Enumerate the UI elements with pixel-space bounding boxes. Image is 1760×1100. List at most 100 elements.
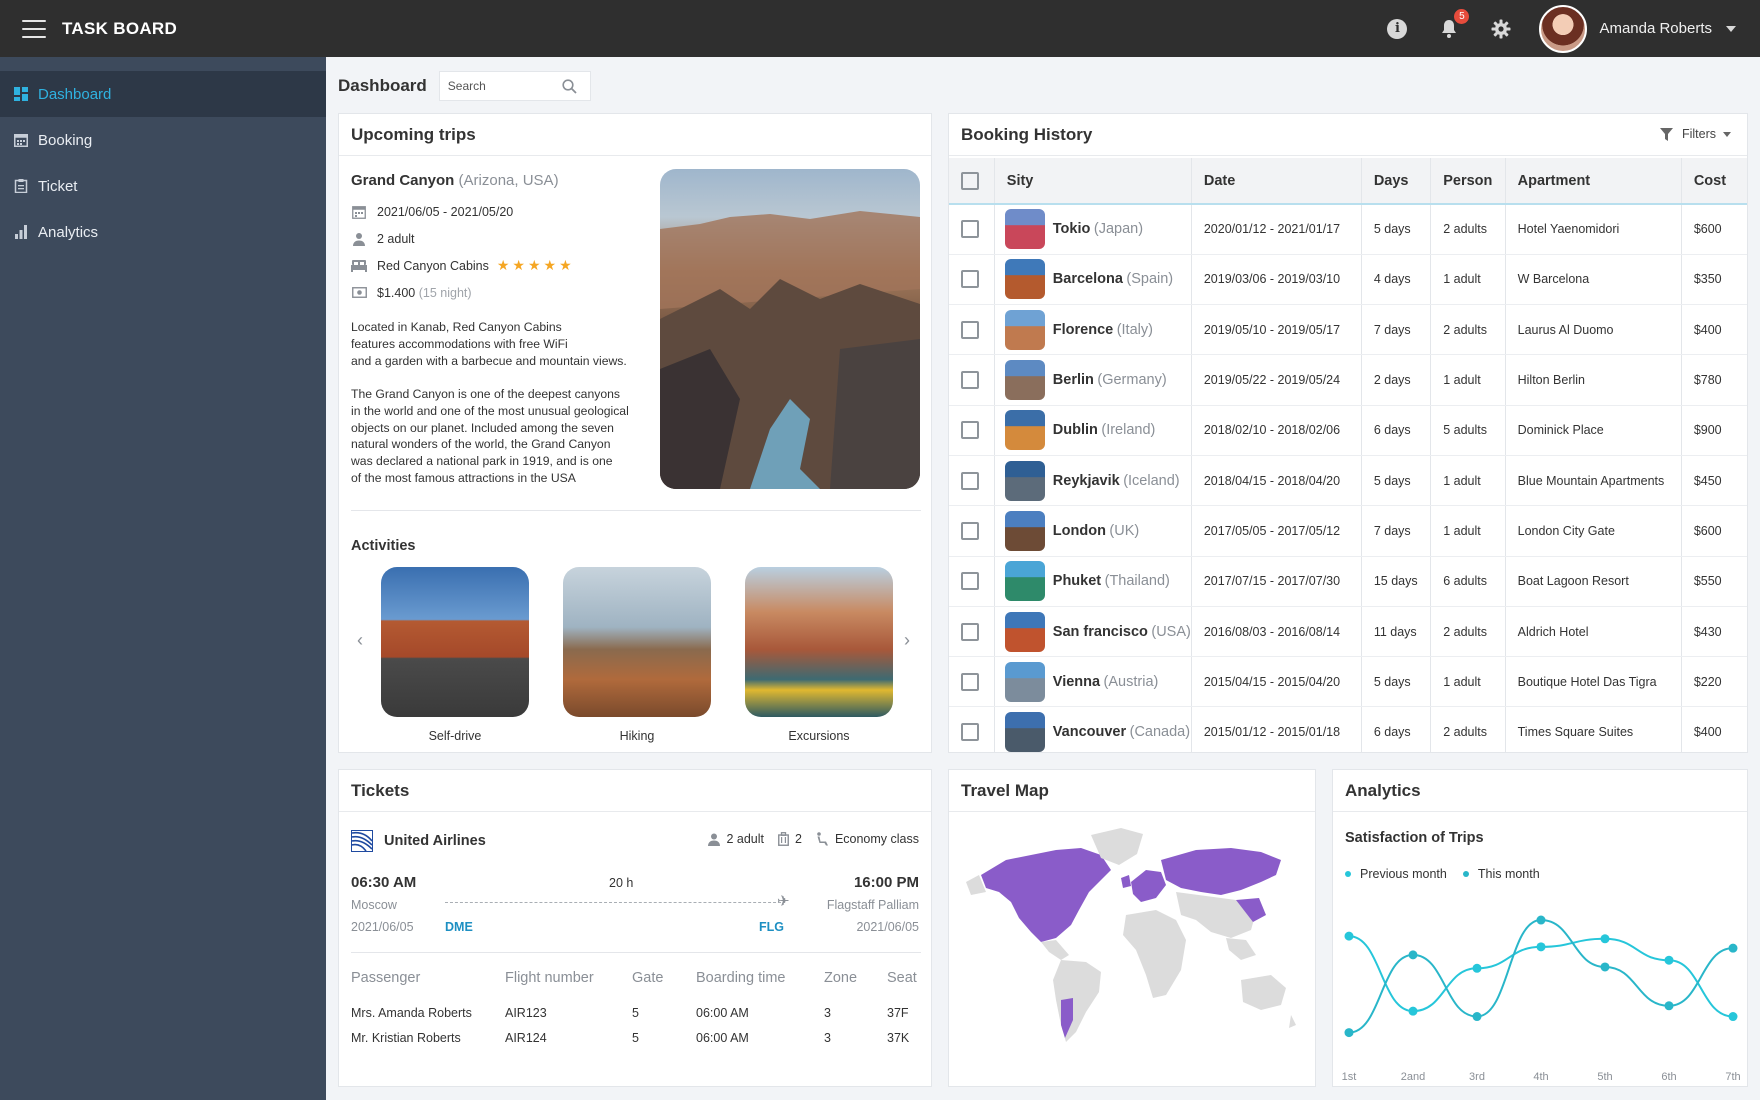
data-point[interactable] <box>1344 931 1354 941</box>
table-row[interactable]: London (UK) 2017/05/05 - 2017/05/12 7 days… <box>949 505 1747 557</box>
row-checkbox[interactable] <box>961 220 979 239</box>
search-input[interactable] <box>447 79 558 93</box>
trip-description: Located in Kanab, Red Canyon Cabins feat… <box>351 320 627 368</box>
city-name: Vancouver <box>1052 724 1127 741</box>
activity-label: Hiking <box>619 729 655 743</box>
chevron-right-icon[interactable]: › <box>904 630 910 651</box>
row-checkbox[interactable] <box>961 672 979 691</box>
table-row[interactable]: Barcelona (Spain) 2019/03/06 - 2019/03/10… <box>949 254 1747 306</box>
column-header[interactable]: Date <box>1191 158 1362 204</box>
column-header[interactable]: Apartment <box>1505 158 1682 204</box>
table-row[interactable]: San francisco (USA) 2016/08/03 - 2016/08/… <box>949 606 1747 658</box>
table-row[interactable]: Tokio (Japan) 2020/01/12 - 2021/01/17 5 da… <box>949 204 1747 255</box>
activity-card-excursions[interactable]: Excursions <box>745 567 893 743</box>
row-checkbox[interactable] <box>961 371 979 390</box>
trip-hotel: Red Canyon Cabins <box>377 258 489 273</box>
person-cell: 6 adults <box>1430 556 1506 607</box>
select-all-checkbox[interactable] <box>961 171 979 190</box>
city-name: Barcelona <box>1052 271 1123 288</box>
city-country: (Canada) <box>1129 724 1191 741</box>
user-menu[interactable]: Amanda Roberts <box>1539 4 1736 53</box>
legend-item-previous-month[interactable]: Previous month <box>1345 867 1447 881</box>
row-checkbox[interactable] <box>961 471 979 490</box>
data-point[interactable] <box>1664 955 1674 965</box>
flight-duration: 20 h <box>609 876 634 890</box>
row-checkbox[interactable] <box>961 270 979 289</box>
city-country: (Japan) <box>1093 221 1144 238</box>
search-icon[interactable] <box>562 78 577 94</box>
from-code: DME <box>445 920 473 934</box>
data-point[interactable] <box>1728 943 1738 953</box>
sidebar-item-ticket[interactable]: Ticket <box>0 163 326 209</box>
table-row[interactable]: Vancouver (Canada) 2015/01/12 - 2015/01/1… <box>949 706 1747 752</box>
person-cell: 1 adult <box>1430 354 1506 406</box>
table-row: Mrs. Amanda Roberts AIR123 5 06:00 AM 3 37F <box>351 1000 921 1025</box>
apartment-cell: Laurus Al Duomo <box>1505 304 1682 356</box>
city-country: (Austria) <box>1103 673 1159 690</box>
legend-item-this-month[interactable]: This month <box>1462 867 1540 881</box>
table-row[interactable]: Florence (Italy) 2019/05/10 - 2019/05/17 7… <box>949 304 1747 356</box>
person-cell: 2 adults <box>1430 706 1506 752</box>
row-checkbox[interactable] <box>961 421 979 440</box>
city-name: Phuket <box>1052 573 1102 590</box>
column-header[interactable]: Cost <box>1681 158 1747 204</box>
world-map[interactable] <box>961 820 1306 1070</box>
activities-title: Activities <box>351 538 416 554</box>
column-header: Flight number <box>505 970 594 986</box>
table-row[interactable]: Reykjavik (Iceland) 2018/04/15 - 2018/04/… <box>949 455 1747 507</box>
table-row[interactable]: Dublin (Ireland) 2018/02/10 - 2018/02/06 6… <box>949 405 1747 456</box>
filters-label: Filters <box>1681 127 1716 141</box>
card-title: Booking History Filters <box>949 114 1747 156</box>
data-point[interactable] <box>1472 963 1482 973</box>
data-point[interactable] <box>1536 915 1546 925</box>
row-checkbox[interactable] <box>961 723 979 742</box>
table-row[interactable]: Phuket (Thailand) 2017/07/15 - 2017/07/30… <box>949 556 1747 607</box>
activity-card-self-drive[interactable]: Self-drive <box>381 567 529 743</box>
row-checkbox[interactable] <box>961 320 979 339</box>
cost-cell: $900 <box>1681 405 1747 456</box>
column-header[interactable]: Person <box>1430 158 1506 204</box>
row-checkbox[interactable] <box>961 572 979 591</box>
date-cell: 2020/01/12 - 2021/01/17 <box>1191 204 1362 255</box>
analytics-card: Analytics Satisfaction of Trips Previous… <box>1332 769 1748 1087</box>
data-point[interactable] <box>1472 1012 1482 1022</box>
sidebar-item-booking[interactable]: Booking <box>0 117 326 163</box>
date-cell: 2015/04/15 - 2015/04/20 <box>1191 656 1362 708</box>
person-cell: 2 adults <box>1430 204 1506 255</box>
sidebar-item-analytics[interactable]: Analytics <box>0 209 326 255</box>
row-checkbox[interactable] <box>961 622 979 641</box>
data-point[interactable] <box>1408 1006 1418 1016</box>
city-country: (Italy) <box>1116 321 1153 338</box>
days-cell: 4 days <box>1361 254 1432 306</box>
data-point[interactable] <box>1664 1001 1674 1011</box>
city-thumbnail <box>1004 460 1045 501</box>
sidebar-item-dashboard[interactable]: Dashboard <box>0 71 326 117</box>
trip-guests: 2 adult <box>377 231 415 246</box>
chevron-left-icon[interactable]: ‹ <box>357 630 363 651</box>
gear-icon[interactable] <box>1490 18 1512 40</box>
column-header[interactable]: Sity <box>994 158 1192 204</box>
cost-cell: $600 <box>1681 204 1747 255</box>
table-row[interactable]: Berlin (Germany) 2019/05/22 - 2019/05/24 2… <box>949 354 1747 406</box>
data-point[interactable] <box>1344 1028 1354 1038</box>
bell-icon[interactable]: 5 <box>1438 7 1471 40</box>
days-cell: 5 days <box>1361 204 1432 255</box>
city-cell: Florence (Italy) <box>1004 309 1191 350</box>
row-checkbox[interactable] <box>961 521 979 540</box>
date-cell: 2019/03/06 - 2019/03/10 <box>1191 254 1362 306</box>
column-header[interactable]: Days <box>1361 158 1432 204</box>
excursions-photo <box>745 567 893 717</box>
data-point[interactable] <box>1536 942 1546 952</box>
data-point[interactable] <box>1600 962 1610 972</box>
data-point[interactable] <box>1728 1012 1738 1022</box>
table-row[interactable]: Vienna (Austria) 2015/04/15 - 2015/04/20 5… <box>949 656 1747 708</box>
date-cell: 2019/05/22 - 2019/05/24 <box>1191 354 1362 406</box>
info-icon[interactable]: i <box>1386 18 1408 40</box>
filters-button[interactable]: Filters <box>1659 127 1731 141</box>
data-point[interactable] <box>1600 934 1610 944</box>
airline-logo-icon <box>351 830 373 852</box>
hamburger-menu-icon[interactable] <box>22 19 46 38</box>
data-point[interactable] <box>1408 950 1418 960</box>
activity-card-hiking[interactable]: Hiking <box>563 567 711 743</box>
city-thumbnail <box>1004 510 1045 551</box>
